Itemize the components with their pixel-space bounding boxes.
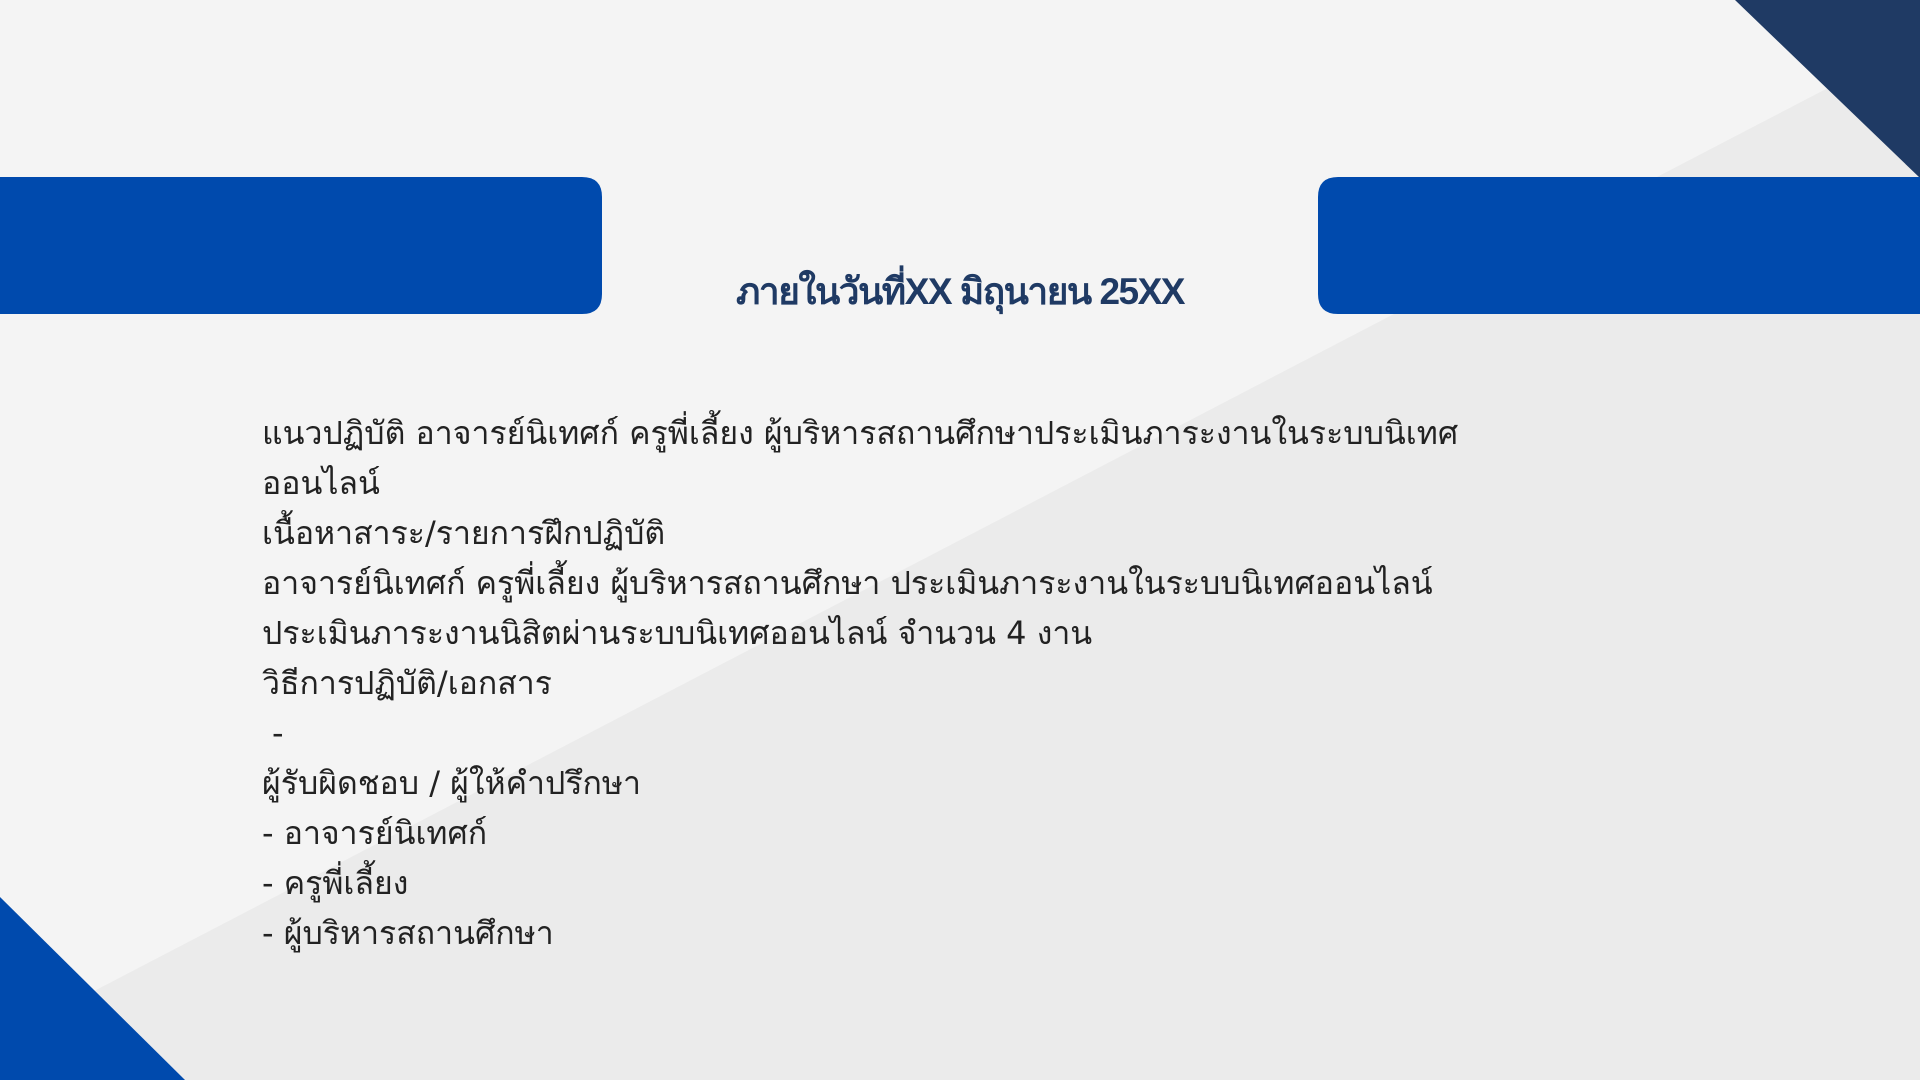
responsible-item-administrator: - ผู้บริหารสถานศึกษา (262, 914, 554, 952)
guideline-heading: แนวปฏิบัติ อาจารย์นิเทศก์ ครูพี่เลี้ยง ผ… (262, 414, 1459, 452)
content-heading: เนื้อหาสาระ/รายการฝึกปฏิบัติ (262, 514, 666, 552)
responsible-item-mentor: - ครูพี่เลี้ยง (262, 864, 409, 902)
content-line-1: อาจารย์นิเทศก์ ครูพี่เลี้ยง ผู้บริหารสถา… (262, 564, 1433, 602)
guideline-heading-continued: ออนไลน์ (262, 464, 380, 502)
responsible-item-supervisor: - อาจารย์นิเทศก์ (262, 814, 488, 852)
method-dash: - (272, 714, 284, 752)
content-line-2: ประเมินภาระงานนิสิตผ่านระบบนิเทศออนไลน์ … (262, 614, 1093, 652)
slide-body: แนวปฏิบัติ อาจารย์นิเทศก์ ครูพี่เลี้ยง ผ… (262, 408, 1662, 958)
responsible-heading: ผู้รับผิดชอบ / ผู้ให้คำปรึกษา (262, 764, 641, 802)
slide-title: ภายในวันที่XX มิถุนายน 25XX (736, 271, 1185, 312)
method-heading: วิธีการปฏิบัติ/เอกสาร (262, 664, 552, 702)
